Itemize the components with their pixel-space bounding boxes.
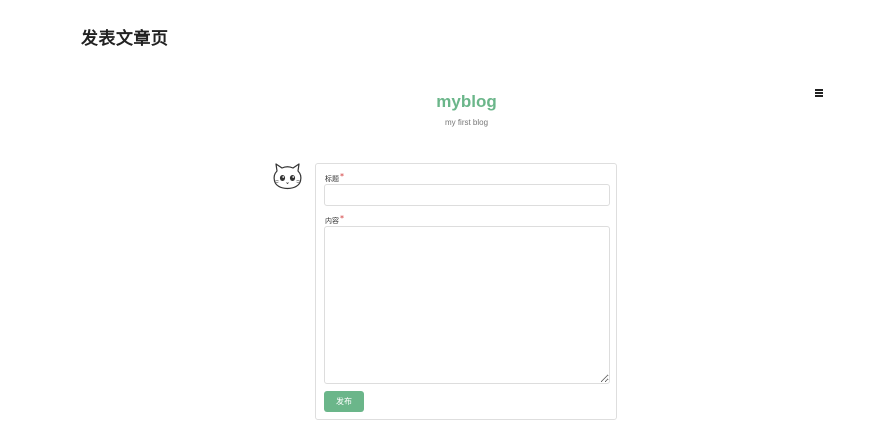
post-article-page: 发表文章页 myblog my first blog 标题* 内容* 发布 <box>0 0 872 446</box>
menu-bar <box>815 95 823 97</box>
cat-face-avatar-icon <box>273 163 302 190</box>
site-description: my first blog <box>444 118 489 127</box>
site-header: myblog my first blog <box>0 90 872 128</box>
menu-bar <box>815 89 823 91</box>
title-label-text: 标题 <box>325 175 339 183</box>
avatar <box>272 162 303 191</box>
required-mark: * <box>340 214 344 223</box>
hamburger-menu-icon[interactable] <box>814 87 825 100</box>
post-form: 标题* 内容* 发布 <box>315 163 617 420</box>
title-input[interactable] <box>324 184 610 206</box>
content-label: 内容* <box>325 214 344 226</box>
publish-button[interactable]: 发布 <box>324 391 364 412</box>
title-label: 标题* <box>325 172 344 184</box>
required-mark: * <box>340 172 344 181</box>
site-name[interactable]: myblog <box>0 90 872 114</box>
content-textarea[interactable] <box>324 226 610 384</box>
content-label-text: 内容 <box>325 217 339 225</box>
menu-bar <box>815 92 823 94</box>
page-title: 发表文章页 <box>81 29 169 49</box>
